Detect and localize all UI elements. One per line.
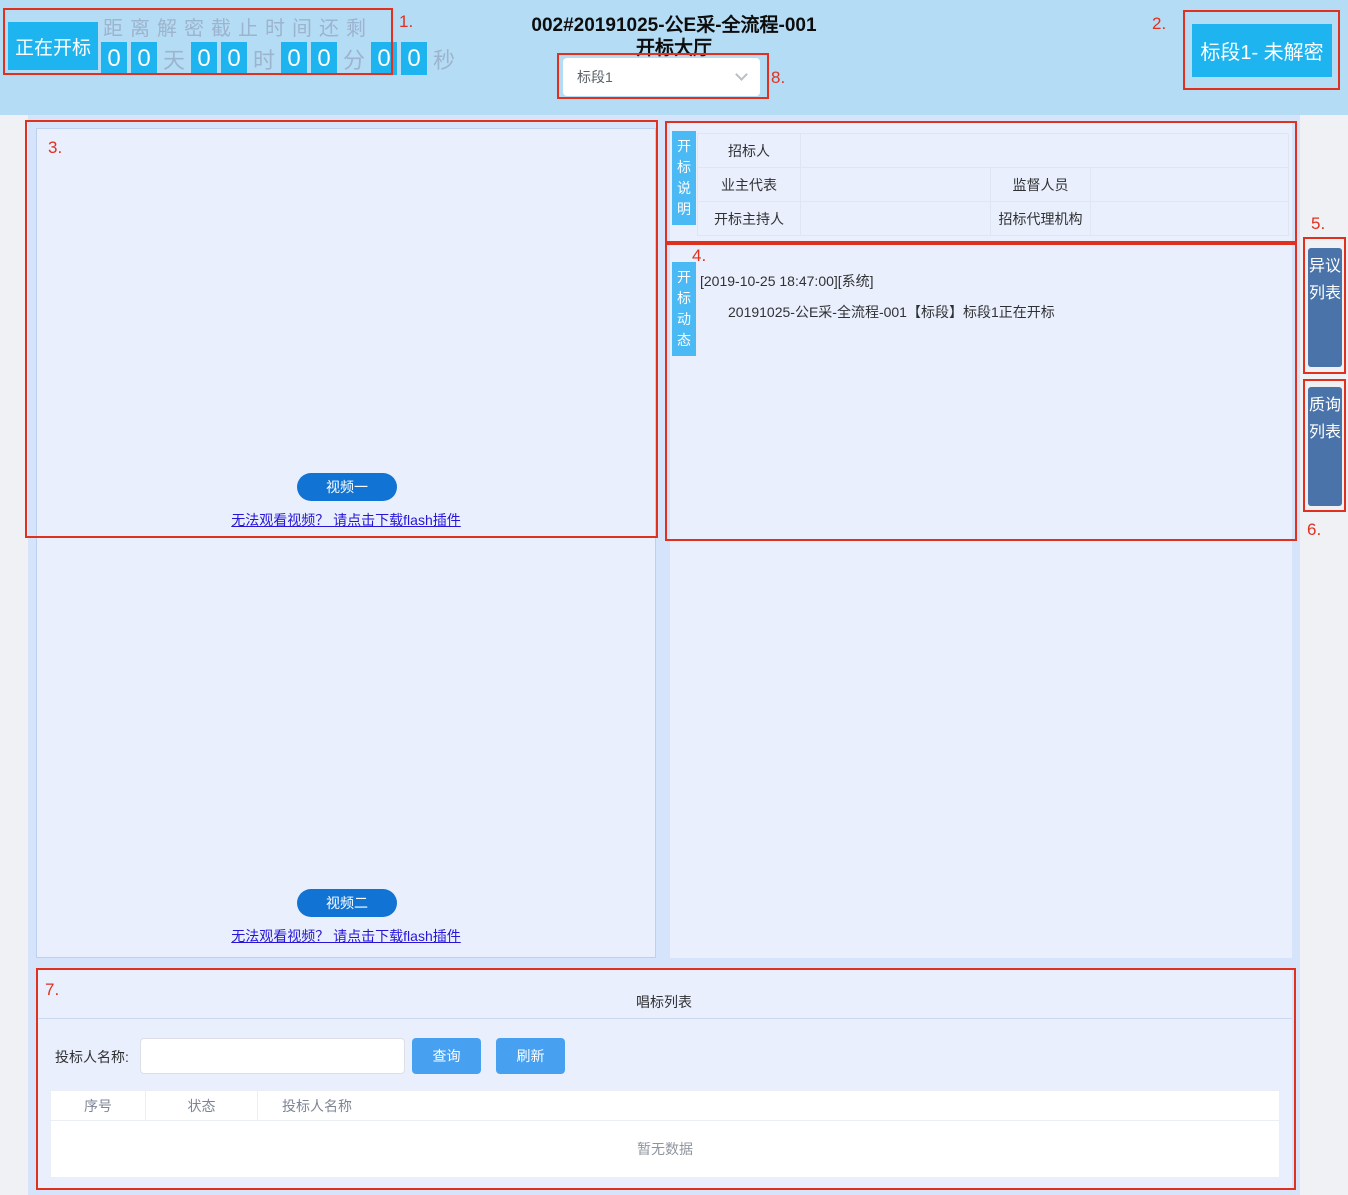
open-bid-hall-page: 正在开标 距离解密截止时间还剩 0 0 天 0 0 时 0 0 分 0 0 秒 … — [0, 0, 1348, 1195]
column-header-index: 序号 — [51, 1091, 146, 1120]
refresh-button[interactable]: 刷新 — [496, 1038, 565, 1074]
countdown-digit: 0 — [131, 42, 157, 75]
countdown-digit: 0 — [371, 42, 397, 75]
tab-open-bid-description: 开标说明 — [672, 131, 696, 225]
bidder-name-input[interactable] — [140, 1038, 405, 1074]
section-select[interactable]: 标段1 — [563, 58, 760, 96]
bid-list-title: 唱标列表 — [36, 992, 1292, 1012]
countdown-digit: 0 — [191, 42, 217, 75]
countdown-unit-minute: 分 — [343, 43, 365, 75]
inquiry-list-button[interactable]: 质询列表 — [1308, 387, 1342, 506]
objection-list-button[interactable]: 异议列表 — [1308, 248, 1342, 367]
countdown-label: 距离解密截止时间还剩 — [103, 12, 373, 41]
flash-download-link-1[interactable]: 无法观看视频？ 请点击下载flash插件 — [37, 510, 655, 530]
bid-status-badge: 正在开标 — [8, 22, 98, 70]
activity-log-timestamp: [2019-10-25 18:47:00][系统] — [700, 271, 874, 291]
chevron-down-icon — [735, 68, 748, 81]
bid-list-panel: 唱标列表 投标人名称: 查询 刷新 序号 状态 投标人名称 暂无数据 — [36, 970, 1292, 1188]
video2-button[interactable]: 视频二 — [297, 889, 397, 917]
bidder-name-label: 投标人名称: — [55, 1047, 129, 1067]
countdown-unit-hour: 时 — [253, 43, 275, 75]
info-label-tenderer: 招标人 — [698, 134, 801, 168]
countdown-digit: 0 — [101, 42, 127, 75]
countdown-timer: 0 0 天 0 0 时 0 0 分 0 0 秒 — [101, 42, 461, 75]
column-header-status: 状态 — [146, 1091, 258, 1120]
activity-log-message: 20191025-公E采-全流程-001【标段】标段1正在开标 — [728, 302, 1055, 322]
section-select-value: 标段1 — [577, 67, 613, 87]
annotation-label-6: 6. — [1307, 520, 1321, 540]
bid-result-table: 序号 状态 投标人名称 暂无数据 — [50, 1090, 1280, 1178]
info-value-supervisor — [1091, 168, 1289, 202]
info-label-agency: 招标代理机构 — [991, 202, 1091, 236]
countdown-digit: 0 — [281, 42, 307, 75]
countdown-digit: 0 — [401, 42, 427, 75]
countdown-unit-day: 天 — [163, 43, 185, 75]
info-label-host: 开标主持人 — [698, 202, 801, 236]
bid-info-table: 招标人 业主代表 监督人员 开标主持人 招标代理机构 — [697, 133, 1288, 236]
tab-open-bid-activity: 开标动态 — [672, 262, 696, 356]
query-button[interactable]: 查询 — [412, 1038, 481, 1074]
countdown-unit-second: 秒 — [433, 43, 455, 75]
info-activity-panel: 开标说明 招标人 业主代表 监督人员 开标主持人 招标代理机构 开标动态 [20… — [670, 123, 1292, 958]
bid-table-header: 序号 状态 投标人名称 — [51, 1091, 1279, 1121]
countdown-digit: 0 — [221, 42, 247, 75]
info-value-agency — [1091, 202, 1289, 236]
video-panel: 视频一 无法观看视频？ 请点击下载flash插件 视频二 无法观看视频？ 请点击… — [36, 128, 656, 958]
info-value-host — [801, 202, 991, 236]
info-value-tenderer — [801, 134, 1289, 168]
column-header-bidder: 投标人名称 — [258, 1091, 1279, 1120]
flash-download-link-2[interactable]: 无法观看视频？ 请点击下载flash插件 — [37, 926, 655, 946]
info-label-supervisor: 监督人员 — [991, 168, 1091, 202]
header-bar: 正在开标 距离解密截止时间还剩 0 0 天 0 0 时 0 0 分 0 0 秒 … — [0, 0, 1348, 115]
video1-button[interactable]: 视频一 — [297, 473, 397, 501]
countdown-digit: 0 — [311, 42, 337, 75]
empty-data-text: 暂无数据 — [51, 1121, 1279, 1177]
info-label-owner-rep: 业主代表 — [698, 168, 801, 202]
info-value-owner-rep — [801, 168, 991, 202]
section-decrypt-button[interactable]: 标段1- 未解密 — [1192, 24, 1332, 77]
annotation-label-5: 5. — [1311, 214, 1325, 234]
divider — [36, 1018, 1292, 1019]
